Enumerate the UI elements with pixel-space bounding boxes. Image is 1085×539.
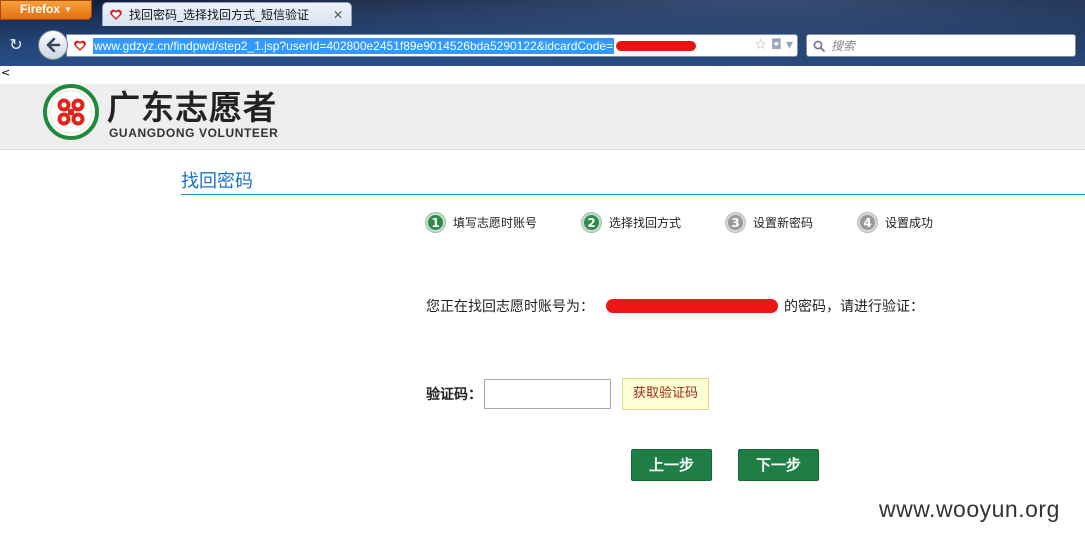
url-bar-icons: ☆ ◘ ▾ <box>754 37 793 53</box>
dropdown-caret-icon: ▼ <box>64 5 72 14</box>
volunteer-logo-icon[interactable] <box>43 84 99 140</box>
step-3-label: 设置新密码 <box>753 216 814 230</box>
step-1-number: 1 <box>426 213 445 232</box>
verification-code-input[interactable] <box>484 379 611 409</box>
back-arrow-icon <box>46 37 61 53</box>
firefox-menu-label: Firefox <box>20 2 61 16</box>
url-text: www.gdzyz.cn/findpwd/step2_1.jsp?userId=… <box>93 37 615 54</box>
next-step-button[interactable]: 下一步 <box>738 449 819 481</box>
tab-title: 找回密码_选择找回方式_短信验证 <box>129 8 310 22</box>
navigation-bar: ↻ www.gdzyz.cn/findpwd/step2_1.jsp?userI… <box>0 26 1085 66</box>
watermark-text: www.wooyun.org <box>879 496 1060 522</box>
prompt-suffix: 的密码，请进行验证： <box>784 299 924 315</box>
code-label: 验证码： <box>426 387 482 403</box>
progress-steps: 1 填写志愿时账号 2 选择找回方式 3 设置新密码 4 设置成功 <box>426 213 966 233</box>
step-2: 2 选择找回方式 <box>582 213 681 232</box>
heart-favicon-icon <box>110 9 122 20</box>
step-2-number: 2 <box>582 213 601 232</box>
step-3-number: 3 <box>726 213 745 232</box>
search-input[interactable] <box>831 38 1051 53</box>
url-redaction-mark <box>616 40 697 51</box>
search-bar[interactable] <box>806 34 1076 57</box>
site-header: 广东志愿者 GUANGDONG VOLUNTEER <box>0 84 1085 150</box>
back-button[interactable] <box>38 30 68 60</box>
close-tab-icon[interactable]: ✕ <box>331 8 345 22</box>
site-identity-icon <box>74 40 86 51</box>
logo-chinese-text: 广东志愿者 <box>107 88 277 127</box>
step-4-number: 4 <box>858 213 877 232</box>
verification-code-row: 验证码： 获取验证码 <box>426 378 710 410</box>
get-code-button[interactable]: 获取验证码 <box>622 378 710 410</box>
page-title: 找回密码 <box>181 171 253 192</box>
step-4-label: 设置成功 <box>885 216 934 230</box>
logo-english-text: GUANGDONG VOLUNTEER <box>109 126 279 140</box>
step-2-label: 选择找回方式 <box>609 216 682 230</box>
browser-tab[interactable]: 找回密码_选择找回方式_短信验证 ✕ <box>102 2 352 26</box>
step-4: 4 设置成功 <box>858 213 933 232</box>
address-bar[interactable]: www.gdzyz.cn/findpwd/step2_1.jsp?userId=… <box>66 34 798 57</box>
url-dropdown-icon[interactable]: ▾ <box>786 37 793 53</box>
firefox-menu-button[interactable]: Firefox ▼ <box>0 0 92 20</box>
previous-step-button[interactable]: 上一步 <box>631 449 712 481</box>
reload-icon[interactable]: ↻ <box>6 35 26 55</box>
step-1-label: 填写志愿时账号 <box>453 216 538 230</box>
prompt-prefix: 您正在找回志愿时账号为： <box>426 299 594 315</box>
account-redaction-mark <box>606 299 778 313</box>
browser-chrome: Firefox ▼ 找回密码_选择找回方式_短信验证 ✕ ↻ www.gdzyz.… <box>0 0 1085 66</box>
pocket-icon[interactable]: ◘ <box>771 37 782 53</box>
step-1: 1 填写志愿时账号 <box>426 213 537 232</box>
bookmark-star-icon[interactable]: ☆ <box>754 37 767 53</box>
stray-text: < <box>1 66 11 79</box>
title-divider <box>181 194 1085 195</box>
verification-prompt: 您正在找回志愿时账号为： 的密码，请进行验证： <box>426 296 924 316</box>
search-icon <box>813 40 825 52</box>
step-3: 3 设置新密码 <box>726 213 813 232</box>
